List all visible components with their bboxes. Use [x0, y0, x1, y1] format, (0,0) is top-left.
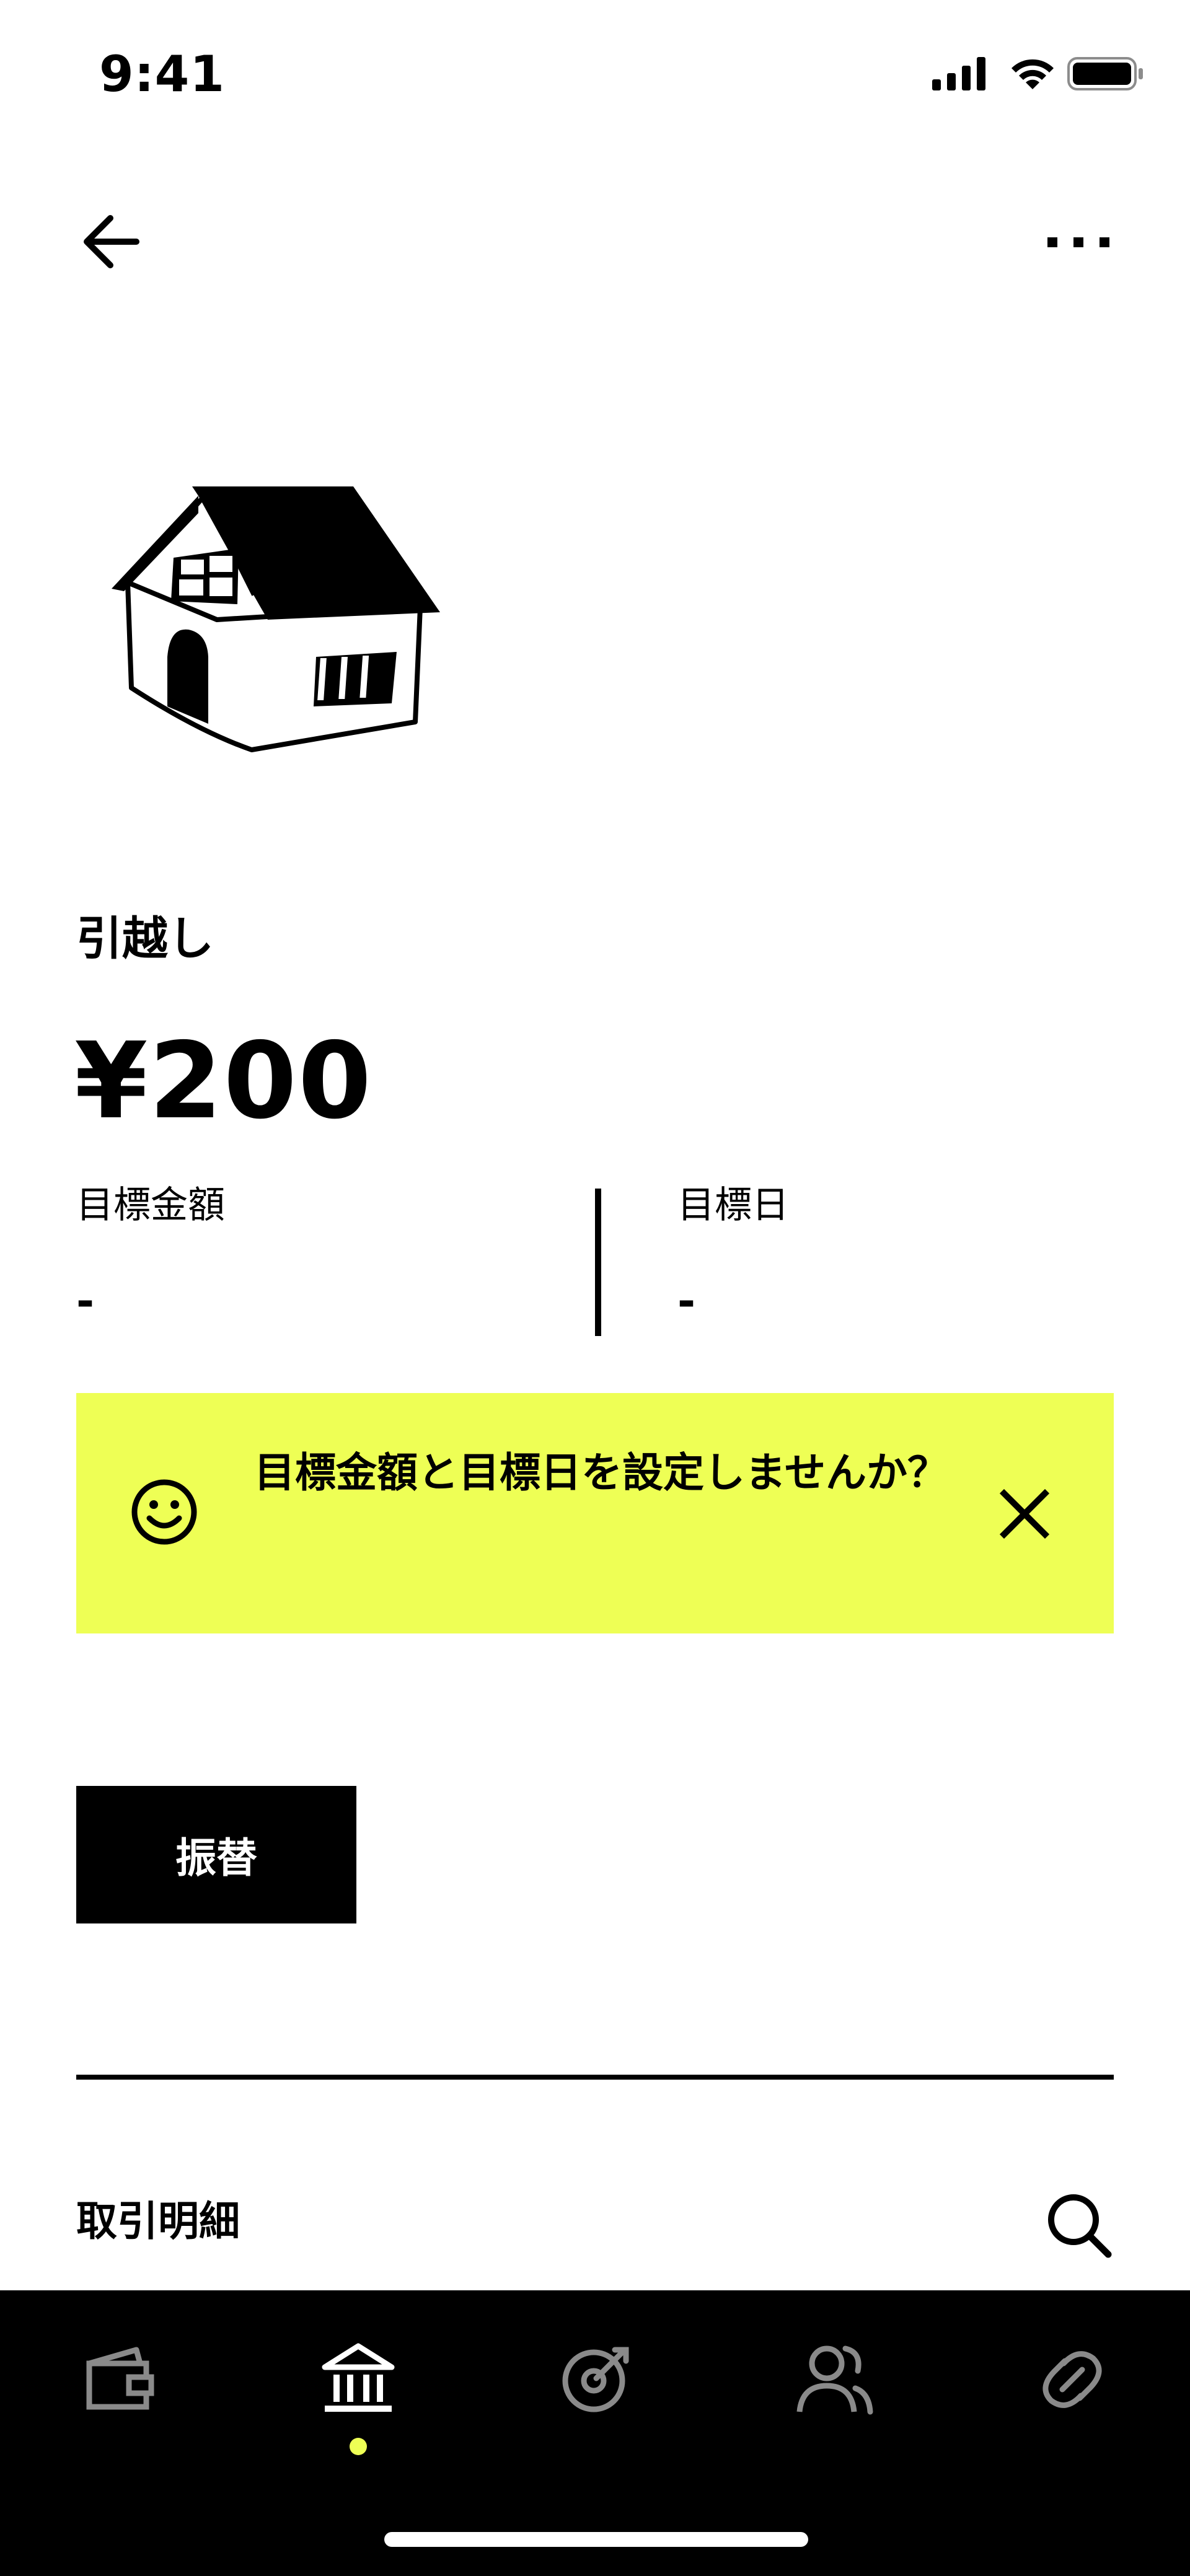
smiley-icon — [127, 1475, 201, 1549]
more-options-button[interactable] — [1029, 204, 1128, 279]
target-icon — [562, 2347, 629, 2412]
target-date-value[interactable]: - — [677, 1270, 695, 1332]
home-indicator — [384, 2532, 808, 2547]
link-icon — [1042, 2351, 1102, 2408]
transfer-button[interactable]: 振替 — [76, 1786, 356, 1923]
search-icon[interactable] — [1041, 2187, 1116, 2262]
tab-target[interactable] — [553, 2336, 640, 2423]
status-icons — [930, 55, 1147, 92]
banner-text: 目標金額と目標日を設定しませんか？ — [254, 1449, 949, 1497]
bank-icon — [322, 2343, 395, 2412]
tab-people[interactable] — [791, 2336, 878, 2423]
meta-divider — [595, 1189, 601, 1336]
cellular-signal-icon — [932, 57, 985, 90]
arrow-left-icon — [84, 215, 139, 268]
transactions-title: 取引明細 — [76, 2197, 240, 2245]
tab-bank[interactable] — [315, 2336, 402, 2423]
goal-suggestion-banner[interactable] — [76, 1393, 1114, 1633]
people-icon — [796, 2345, 873, 2415]
target-amount-value[interactable]: - — [76, 1270, 94, 1332]
house-illustration — [105, 471, 452, 768]
status-time: 9:41 — [99, 45, 225, 103]
tab-wallet[interactable] — [76, 2336, 162, 2423]
ellipsis-icon — [1047, 237, 1109, 247]
section-divider — [76, 2075, 1114, 2080]
wifi-icon — [1011, 59, 1054, 89]
back-button[interactable] — [74, 204, 149, 279]
goal-balance: ¥200 — [74, 1020, 373, 1143]
goal-name: 引越し — [76, 912, 214, 965]
target-amount-label: 目標金額 — [76, 1184, 225, 1227]
wallet-icon — [86, 2347, 154, 2410]
active-tab-indicator — [350, 2438, 367, 2455]
target-date-label: 目標日 — [677, 1184, 789, 1227]
battery-icon — [1067, 57, 1143, 90]
close-icon[interactable] — [990, 1480, 1059, 1548]
tab-link[interactable] — [1029, 2336, 1116, 2423]
